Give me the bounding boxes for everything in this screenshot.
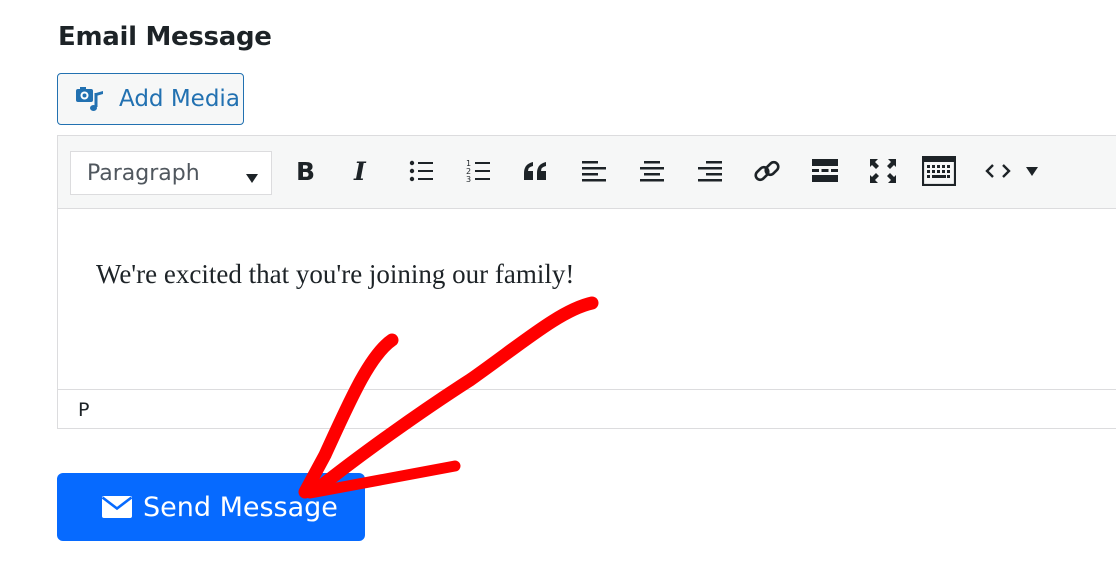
- bulleted-list-button[interactable]: [405, 156, 439, 190]
- caret-down-icon: [1025, 164, 1039, 183]
- add-media-label: Add Media: [119, 86, 240, 112]
- insert-link-button[interactable]: [750, 156, 784, 190]
- svg-text:3: 3: [466, 175, 471, 184]
- svg-text:I: I: [353, 158, 367, 184]
- editor-content-area[interactable]: We're excited that you're joining our fa…: [58, 209, 1116, 389]
- svg-text:B: B: [296, 158, 315, 184]
- bold-icon: B: [295, 157, 317, 189]
- element-path[interactable]: P: [78, 399, 89, 421]
- align-right-icon: [697, 159, 723, 188]
- blockquote-button[interactable]: [519, 156, 553, 190]
- align-center-icon: [639, 159, 665, 188]
- keyboard-icon: [921, 155, 957, 191]
- format-select[interactable]: Paragraph: [70, 151, 272, 195]
- code-button[interactable]: [981, 156, 1015, 190]
- align-left-button[interactable]: [577, 156, 611, 190]
- add-media-icon: [74, 83, 106, 115]
- fullscreen-button[interactable]: [866, 156, 900, 190]
- chevron-down-icon: [245, 166, 259, 191]
- format-select-value: Paragraph: [87, 160, 200, 186]
- italic-icon: I: [352, 157, 374, 189]
- align-left-icon: [581, 159, 607, 188]
- italic-button[interactable]: I: [346, 156, 380, 190]
- toolbar-toggle-button[interactable]: [921, 155, 957, 191]
- editor-content-text[interactable]: We're excited that you're joining our fa…: [96, 259, 574, 290]
- bold-button[interactable]: B: [289, 156, 323, 190]
- numbered-list-icon: 1 2 3: [466, 158, 492, 189]
- read-more-icon: [811, 158, 839, 189]
- email-message-label: Email Message: [58, 22, 272, 52]
- align-right-button[interactable]: [693, 156, 727, 190]
- send-message-button[interactable]: Send Message: [57, 473, 365, 541]
- send-message-label: Send Message: [143, 491, 338, 523]
- read-more-button[interactable]: [808, 156, 842, 190]
- bulleted-list-icon: [409, 159, 435, 188]
- quote-icon: [521, 159, 551, 188]
- align-center-button[interactable]: [635, 156, 669, 190]
- numbered-list-button[interactable]: 1 2 3: [462, 156, 496, 190]
- code-icon: [984, 161, 1012, 186]
- add-media-button[interactable]: Add Media: [57, 73, 244, 125]
- fullscreen-icon: [868, 157, 898, 190]
- link-icon: [752, 156, 782, 191]
- editor-toolbar: Paragraph B I 1 2 3: [58, 136, 1116, 209]
- email-message-editor: Paragraph B I 1 2 3 We're excited that y…: [57, 135, 1116, 429]
- more-options-button[interactable]: [1017, 156, 1047, 190]
- envelope-icon: [101, 495, 133, 519]
- editor-path-bar: P: [58, 389, 1116, 428]
